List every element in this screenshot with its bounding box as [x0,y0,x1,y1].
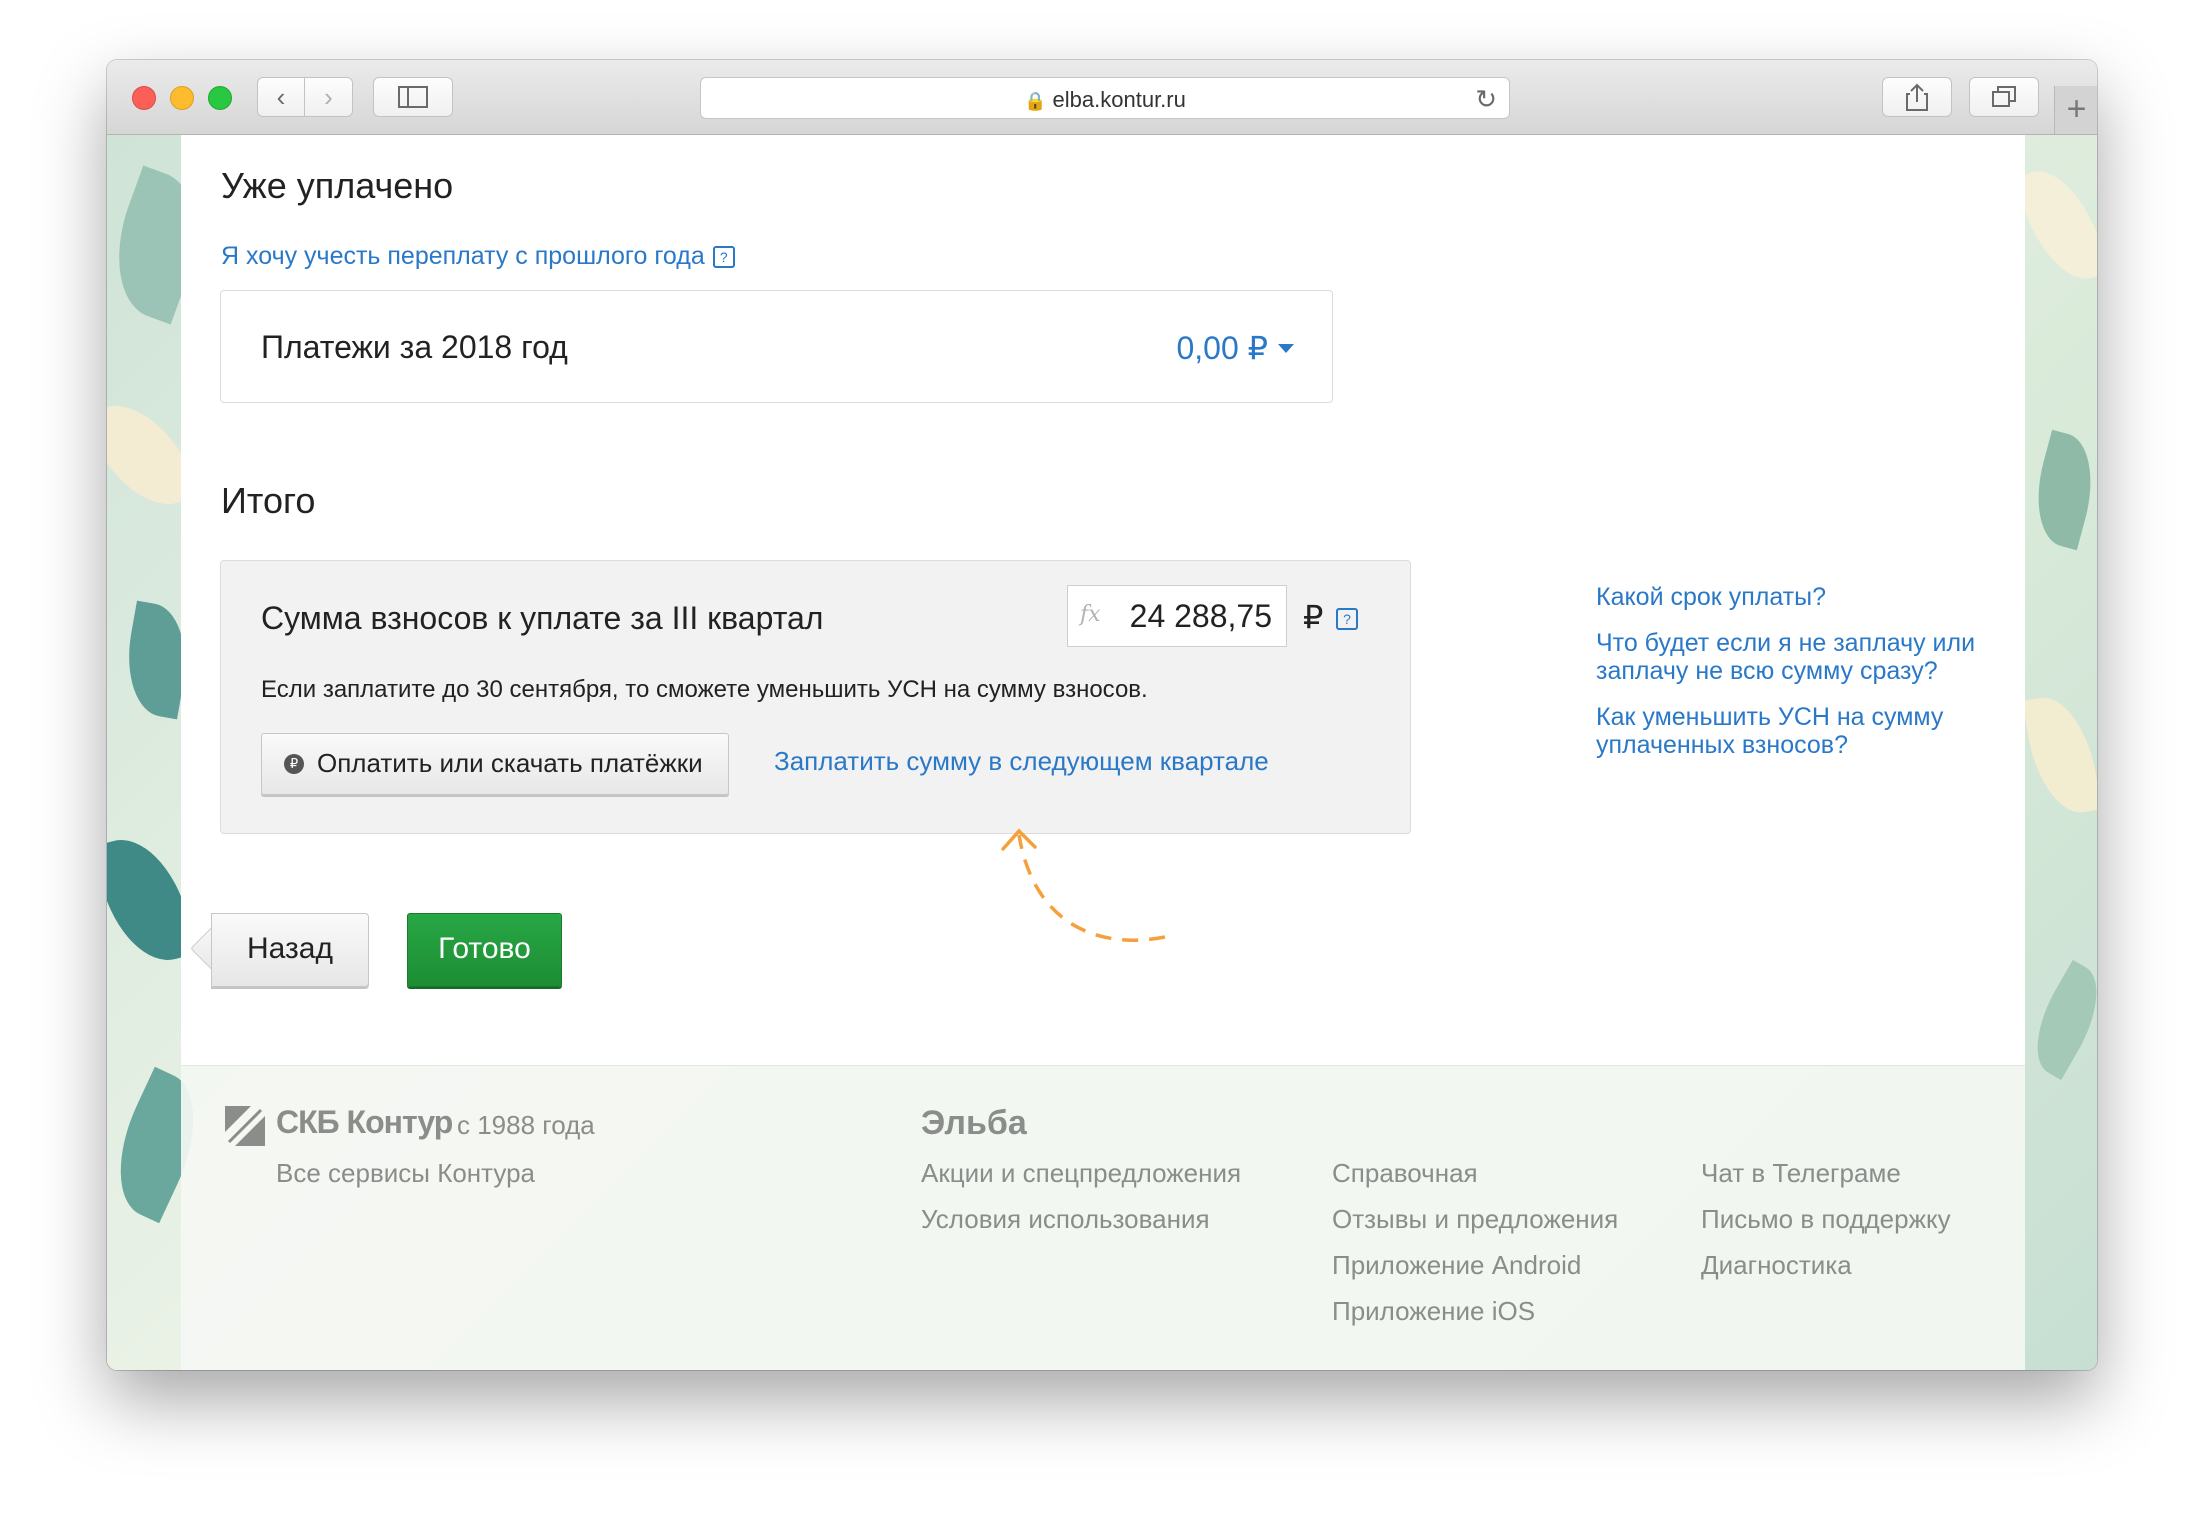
forward-nav-button[interactable]: › [305,77,353,117]
sum-label: Сумма взносов к уплате за III квартал [261,600,824,636]
already-paid-heading: Уже уплачено [221,165,454,206]
close-window-button[interactable] [132,86,156,110]
share-button[interactable] [1882,77,1952,117]
plus-icon: + [2066,90,2087,128]
footer-link[interactable]: Акции и спецпредложения [921,1158,1241,1204]
footer-link[interactable]: Условия использования [921,1204,1241,1250]
sidebar-icon [398,86,428,108]
url-text: elba.kontur.ru [1052,87,1186,112]
browser-toolbar: ‹ › 🔒 elba.kontur.ru ↻ + [107,60,2097,135]
footer-link[interactable]: Отзывы и предложения [1332,1204,1618,1250]
help-link-reduce-usn[interactable]: Как уменьшить УСН на сумму уплаченных вз… [1596,703,1956,759]
sidebar-toggle-button[interactable] [373,77,453,117]
coin-icon: ₽ [284,754,304,774]
share-icon [1906,83,1928,111]
footer-col-3: Чат в Телеграме Письмо в поддержку Диагн… [1701,1158,1951,1296]
main-content: Уже уплачено Я хочу учесть переплату с п… [181,135,2025,1065]
minimize-window-button[interactable] [170,86,194,110]
kontur-logo-icon[interactable] [223,1104,267,1148]
sum-help-icon[interactable]: ? [1336,608,1358,630]
pay-or-download-button[interactable]: ₽ Оплатить или скачать платёжки [261,733,729,795]
pay-next-quarter-link[interactable]: Заплатить сумму в следующем квартале [774,746,1269,777]
footer-col-1: Акции и спецпредложения Условия использо… [921,1158,1241,1250]
leaf-decoration [2017,959,2097,1081]
help-link-deadline[interactable]: Какой срок уплаты? [1596,583,2036,611]
footer-col-2: Справочная Отзывы и предложения Приложен… [1332,1158,1618,1342]
lock-icon: 🔒 [1024,91,1047,111]
help-links: Какой срок уплаты? Что будет если я не з… [1596,583,2036,777]
footer-link[interactable]: Письмо в поддержку [1701,1204,1951,1250]
footer-link[interactable]: Диагностика [1701,1250,1951,1296]
help-link-not-paid[interactable]: Что будет если я не заплачу или заплачу … [1596,629,2016,685]
payments-2018-dropdown[interactable]: 0,00 ₽ [1176,329,1294,367]
footer-brand[interactable]: СКБ Контур [276,1104,453,1141]
overpay-link-text[interactable]: Я хочу учесть переплату с прошлого года [221,242,705,270]
payments-2018-amount[interactable]: 0,00 ₽ [1176,330,1268,366]
back-nav-button[interactable]: ‹ [257,77,305,117]
formula-icon: fx [1080,602,1101,627]
payments-2018-box: Платежи за 2018 год 0,00 ₽ [220,290,1333,403]
leaf-decoration [2023,429,2097,551]
done-button[interactable]: Готово [407,913,562,987]
help-icon[interactable]: ? [712,246,735,268]
footer-link[interactable]: Справочная [1332,1158,1618,1204]
total-summary-box: Сумма взносов к уплате за III квартал fx… [220,560,1411,834]
page-viewport: Уже уплачено Я хочу учесть переплату с п… [107,135,2097,1370]
footer-link[interactable]: Приложение iOS [1332,1296,1618,1342]
payments-2018-label: Платежи за 2018 год [261,329,568,365]
leaf-decoration [2013,158,2097,292]
page-footer: СКБ Контур с 1988 года Все сервисы Конту… [181,1065,2025,1370]
address-bar[interactable]: 🔒 elba.kontur.ru ↻ [700,77,1510,119]
currency-symbol: ₽ [1303,599,1324,635]
footer-link[interactable]: Чат в Телеграме [1701,1158,1951,1204]
deadline-note: Если заплатите до 30 сентября, то сможет… [261,676,1148,703]
back-button[interactable]: Назад [211,913,369,987]
chevron-left-icon: ‹ [276,82,286,112]
footer-elba-title: Эльба [921,1104,1027,1142]
reload-icon[interactable]: ↻ [1475,84,1497,115]
footer-all-services-link[interactable]: Все сервисы Контура [276,1158,535,1189]
zoom-window-button[interactable] [208,86,232,110]
footer-link[interactable]: Приложение Android [1332,1250,1618,1296]
total-heading: Итого [221,480,316,521]
show-tabs-button[interactable] [1969,77,2039,117]
caret-down-icon[interactable] [1278,344,1294,353]
tabs-icon [1992,86,2016,107]
pay-button-label: Оплатить или скачать платёжки [317,748,703,778]
footer-since: с 1988 года [457,1110,595,1140]
sum-value[interactable]: 24 288,75 [1130,598,1272,635]
new-tab-button[interactable]: + [2054,86,2097,134]
overpay-link[interactable]: Я хочу учесть переплату с прошлого года? [221,242,735,271]
sum-input[interactable]: fx 24 288,75 [1067,585,1287,647]
dashed-arrow-annotation [1001,828,1166,942]
chevron-right-icon: › [324,82,333,112]
browser-window: ‹ › 🔒 elba.kontur.ru ↻ + Уже уплачено Я … [107,60,2097,1370]
